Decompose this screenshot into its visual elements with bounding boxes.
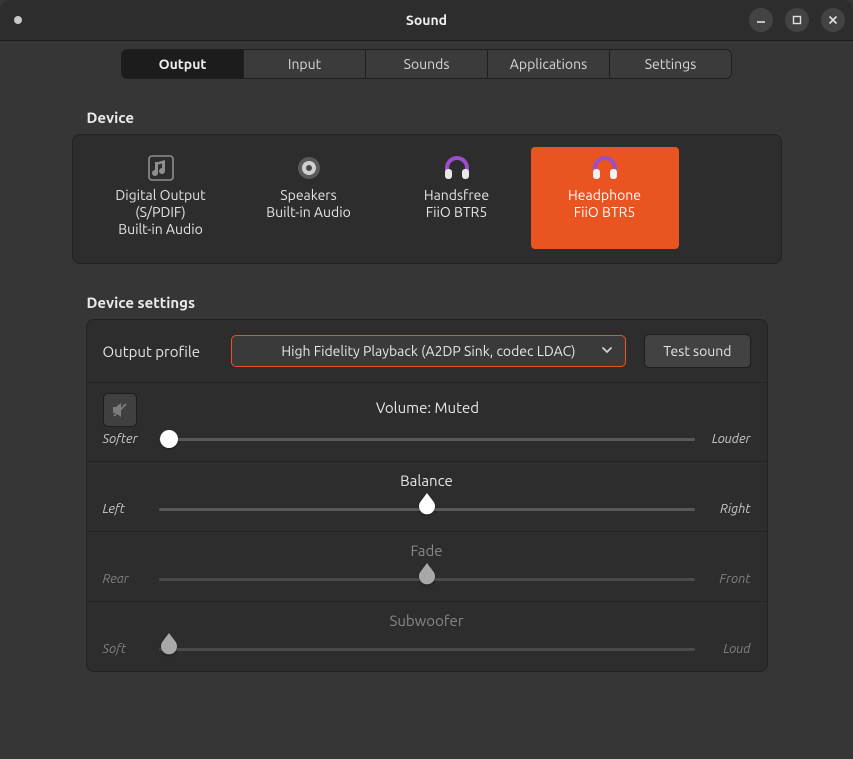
fade-title: Fade [103,542,751,559]
device-title: Digital Output (S/PDIF) [91,187,231,221]
balance-left-label: Left [103,502,149,516]
minimize-button[interactable] [749,8,773,32]
subwoofer-thumb [159,633,179,657]
fade-right-label: Front [705,572,751,586]
device-card-speakers[interactable]: Speakers Built-in Audio [235,147,383,249]
device-title: Handsfree [424,187,489,204]
volume-title: Volume: Muted [137,399,719,416]
device-subtitle: FiiO BTR5 [574,204,636,221]
test-sound-label: Test sound [663,343,731,359]
balance-right-label: Right [705,502,751,516]
device-title: Headphone [568,187,641,204]
subwoofer-right-label: Loud [705,642,751,656]
device-title: Speakers [280,187,336,204]
speaker-icon [294,153,324,183]
tab-settings[interactable]: Settings [609,49,732,79]
headphones-icon [442,153,472,183]
device-subtitle: Built-in Audio [266,204,351,221]
volume-row: Volume: Muted Softer Louder [87,383,767,462]
subwoofer-slider [159,639,695,659]
mute-icon [111,401,129,419]
tab-applications[interactable]: Applications [487,49,609,79]
volume-thumb[interactable] [160,430,178,448]
tab-sounds[interactable]: Sounds [365,49,487,79]
balance-title: Balance [103,472,751,489]
device-subtitle: Built-in Audio [118,221,203,238]
maximize-icon [792,15,802,25]
minimize-icon [756,15,766,25]
chevron-down-icon [601,343,613,359]
device-panel: Digital Output (S/PDIF) Built-in Audio S… [72,134,782,264]
fade-row: Fade Rear Front [87,532,767,602]
close-button[interactable] [821,8,845,32]
settings-panel: Output profile High Fidelity Playback (A… [86,319,768,672]
device-card-handsfree[interactable]: Handsfree FiiO BTR5 [383,147,531,249]
subwoofer-row: Subwoofer Soft Loud [87,602,767,671]
fade-thumb [417,563,437,587]
device-card-digital-output[interactable]: Digital Output (S/PDIF) Built-in Audio [87,147,235,249]
balance-slider[interactable] [159,499,695,519]
balance-row: Balance Left Right [87,462,767,532]
device-card-headphone[interactable]: Headphone FiiO BTR5 [531,147,679,249]
profile-row: Output profile High Fidelity Playback (A… [87,320,767,383]
subwoofer-title: Subwoofer [103,612,751,629]
subwoofer-left-label: Soft [103,642,149,656]
volume-left-label: Softer [103,432,149,446]
main-tabs: Output Input Sounds Applications Setting… [121,49,732,79]
volume-slider[interactable] [159,429,695,449]
music-note-icon [146,153,176,183]
settings-section-label: Device settings [87,294,767,311]
output-profile-label: Output profile [103,343,213,360]
close-icon [828,15,838,25]
titlebar: Sound [0,0,853,41]
fade-slider [159,569,695,589]
window-title: Sound [0,12,853,28]
device-section-label: Device [87,109,767,126]
headphones-icon [590,153,620,183]
fade-left-label: Rear [103,572,149,586]
window-controls [749,0,845,40]
maximize-button[interactable] [785,8,809,32]
tab-output[interactable]: Output [121,49,243,79]
output-profile-select[interactable]: High Fidelity Playback (A2DP Sink, codec… [231,335,627,367]
balance-thumb[interactable] [417,493,437,517]
device-subtitle: FiiO BTR5 [426,204,488,221]
output-profile-value: High Fidelity Playback (A2DP Sink, codec… [281,343,575,359]
volume-right-label: Louder [705,432,751,446]
tab-input[interactable]: Input [243,49,365,79]
test-sound-button[interactable]: Test sound [644,334,750,368]
mute-button[interactable] [103,393,137,427]
